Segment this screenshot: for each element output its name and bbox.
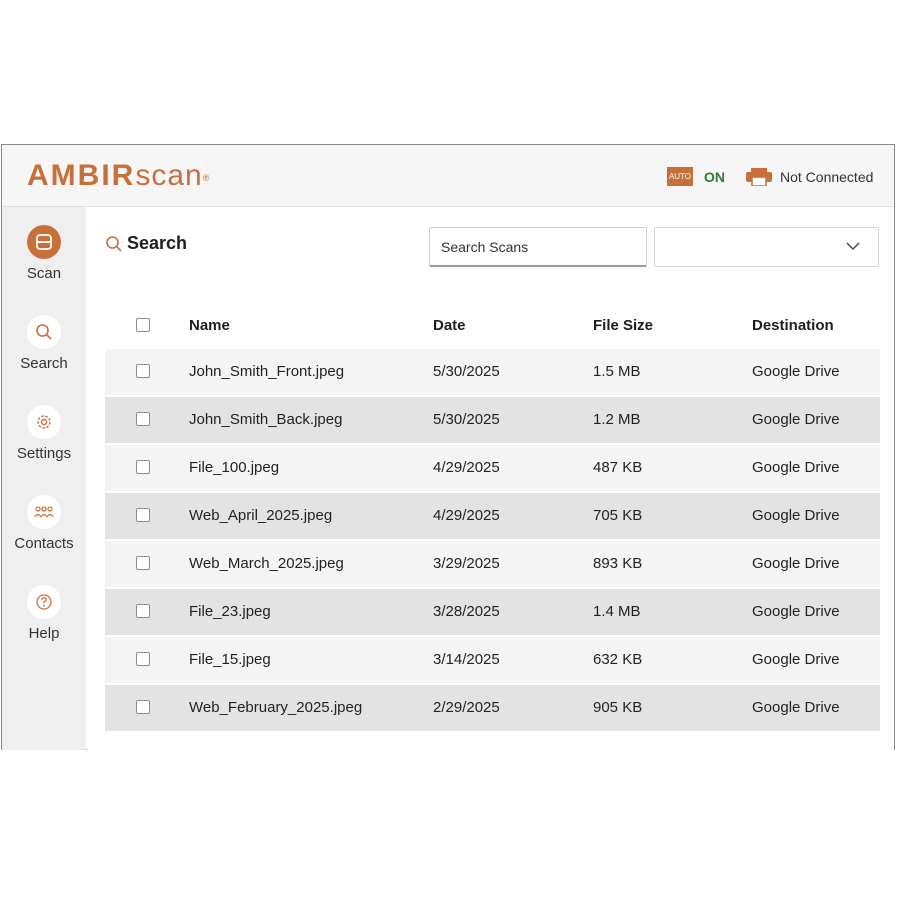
file-size: 893 KB — [593, 555, 643, 572]
sidebar-item-scan[interactable]: Scan — [2, 225, 86, 282]
row-checkbox[interactable] — [136, 508, 150, 522]
file-name: Web_February_2025.jpeg — [189, 699, 363, 716]
file-size: 905 KB — [593, 699, 643, 716]
file-size: 1.5 MB — [593, 363, 641, 380]
header-name[interactable]: Name — [189, 303, 230, 349]
help-icon — [27, 585, 61, 619]
scan-icon — [27, 225, 61, 259]
file-destination: Google Drive — [752, 603, 840, 620]
file-name: File_15.jpeg — [189, 651, 271, 668]
table-row[interactable]: John_Smith_Front.jpeg 5/30/2025 1.5 MB G… — [105, 349, 880, 395]
file-name: Web_April_2025.jpeg — [189, 507, 333, 524]
file-name: File_100.jpeg — [189, 459, 280, 476]
file-size: 1.4 MB — [593, 603, 641, 620]
gear-icon — [27, 405, 61, 439]
sidebar-item-settings[interactable]: Settings — [2, 405, 86, 462]
file-destination: Google Drive — [752, 555, 840, 572]
table-row[interactable]: File_15.jpeg 3/14/2025 632 KB Google Dri… — [105, 637, 880, 683]
sidebar-item-label: Contacts — [14, 535, 74, 552]
printer-icon — [746, 168, 772, 186]
file-date: 5/30/2025 — [433, 411, 500, 428]
sidebar-item-label: Help — [28, 625, 60, 642]
file-date: 3/28/2025 — [433, 603, 500, 620]
row-checkbox[interactable] — [136, 364, 150, 378]
sidebar-item-label: Scan — [26, 265, 62, 282]
file-size: 1.2 MB — [593, 411, 641, 428]
row-checkbox[interactable] — [136, 604, 150, 618]
sidebar: Scan Search Settings Contacts Help — [2, 207, 86, 750]
file-name: File_23.jpeg — [189, 603, 271, 620]
file-size: 705 KB — [593, 507, 643, 524]
file-destination: Google Drive — [752, 651, 840, 668]
table-row[interactable]: Web_March_2025.jpeg 3/29/2025 893 KB Goo… — [105, 541, 880, 587]
file-size: 487 KB — [593, 459, 643, 476]
auto-badge[interactable]: AUTO — [667, 167, 693, 186]
app-header: AMBIRscan® AUTO ON Not Connected — [2, 145, 894, 207]
sidebar-item-contacts[interactable]: Contacts — [2, 495, 86, 552]
auto-status: ON — [704, 169, 725, 185]
file-name: Web_March_2025.jpeg — [189, 555, 344, 572]
sidebar-item-help[interactable]: Help — [2, 585, 86, 642]
file-date: 5/30/2025 — [433, 363, 500, 380]
sidebar-item-search[interactable]: Search — [2, 315, 86, 372]
header-destination[interactable]: Destination — [752, 303, 834, 349]
registered-mark: ® — [202, 173, 211, 183]
table-row[interactable]: John_Smith_Back.jpeg 5/30/2025 1.2 MB Go… — [105, 397, 880, 443]
file-name: John_Smith_Front.jpeg — [189, 363, 345, 380]
search-icon — [106, 235, 122, 252]
search-input[interactable] — [429, 227, 647, 267]
ambirscan-logo: AMBIRscan® — [27, 159, 210, 193]
search-icon — [27, 315, 61, 349]
logo-bold-text: AMBIR — [27, 159, 136, 192]
file-name: John_Smith_Back.jpeg — [189, 411, 343, 428]
file-date: 2/29/2025 — [433, 699, 500, 716]
row-checkbox[interactable] — [136, 556, 150, 570]
chevron-down-icon — [846, 242, 860, 250]
contacts-icon — [27, 495, 61, 529]
row-checkbox[interactable] — [136, 652, 150, 666]
table-row[interactable]: Web_April_2025.jpeg 4/29/2025 705 KB Goo… — [105, 493, 880, 539]
file-destination: Google Drive — [752, 459, 840, 476]
row-checkbox[interactable] — [136, 412, 150, 426]
main-panel: Search Name Date File Size Destination J… — [87, 207, 894, 750]
filter-dropdown[interactable] — [654, 227, 879, 267]
app-window: AMBIRscan® AUTO ON Not Connected Scan Se… — [1, 144, 895, 750]
table-row[interactable]: File_23.jpeg 3/28/2025 1.4 MB Google Dri… — [105, 589, 880, 635]
table-row[interactable]: File_100.jpeg 4/29/2025 487 KB Google Dr… — [105, 445, 880, 491]
table-header: Name Date File Size Destination — [105, 303, 880, 349]
header-file-size[interactable]: File Size — [593, 303, 653, 349]
file-destination: Google Drive — [752, 507, 840, 524]
file-size: 632 KB — [593, 651, 643, 668]
scans-table: Name Date File Size Destination John_Smi… — [105, 303, 880, 733]
select-all-checkbox[interactable] — [136, 318, 150, 332]
header-date[interactable]: Date — [433, 303, 466, 349]
row-checkbox[interactable] — [136, 460, 150, 474]
sidebar-item-label: Settings — [16, 445, 72, 462]
file-destination: Google Drive — [752, 699, 840, 716]
file-date: 3/14/2025 — [433, 651, 500, 668]
page-title: Search — [105, 233, 187, 254]
file-date: 3/29/2025 — [433, 555, 500, 572]
file-date: 4/29/2025 — [433, 459, 500, 476]
file-date: 4/29/2025 — [433, 507, 500, 524]
page-title-text: Search — [127, 233, 188, 253]
sidebar-item-label: Search — [20, 355, 68, 372]
file-destination: Google Drive — [752, 363, 840, 380]
table-row[interactable]: Web_February_2025.jpeg 2/29/2025 905 KB … — [105, 685, 880, 731]
row-checkbox[interactable] — [136, 700, 150, 714]
logo-light-text: scan — [135, 159, 203, 192]
printer-status: Not Connected — [780, 169, 874, 185]
file-destination: Google Drive — [752, 411, 840, 428]
